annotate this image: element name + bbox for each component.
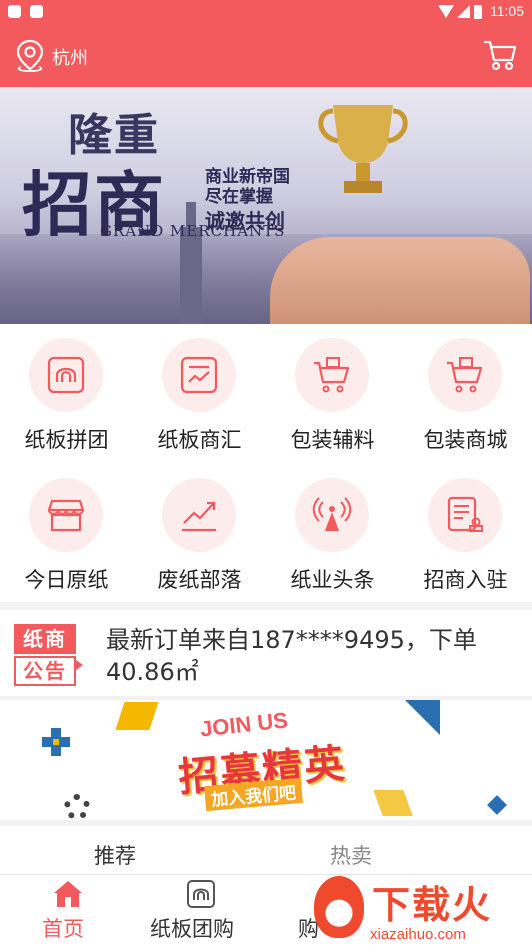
document-stamp-icon (447, 496, 483, 532)
decoration-shape (373, 790, 413, 816)
menu-item-cardboard-hub[interactable]: 纸板商汇 (133, 324, 266, 464)
menu-label: 招商入驻 (423, 568, 508, 592)
decoration-shape (405, 700, 440, 735)
notice-logo: 纸商 公告 (14, 624, 83, 686)
notification-icon (30, 5, 43, 18)
banner-subtitle: GRAND MERCHANTS (100, 222, 286, 240)
cardboard-icon (186, 879, 216, 913)
banner-slogan-line2: 尽在掌握 (205, 187, 273, 207)
signal-icon (457, 5, 470, 18)
menu-label: 包装商城 (423, 428, 508, 452)
location-pin-icon[interactable] (15, 39, 45, 77)
banner-handshake-image (270, 237, 530, 324)
tab-hot-sale[interactable]: 热卖 (330, 840, 372, 870)
decoration-shape (487, 795, 507, 815)
city-selector[interactable]: 杭州 (52, 44, 88, 70)
decoration-shape (64, 794, 90, 820)
nav-home[interactable]: 首页 (30, 875, 110, 946)
banner-tower (180, 227, 202, 324)
product-tabs: 推荐 热卖 (0, 826, 532, 874)
feature-menu: 纸板拼团 纸板商汇 包装辅料 包装商城 今日原纸 废纸部落 纸业头条 招商入驻 (0, 324, 532, 602)
menu-label: 纸板拼团 (24, 428, 109, 452)
battery-icon (474, 5, 482, 19)
nav-cardboard-group-buy[interactable]: 纸板团购 (150, 875, 260, 946)
wifi-icon (438, 5, 454, 18)
menu-item-packaging-mall[interactable]: 包装商城 (399, 324, 532, 464)
nav-label: 纸板团购 (150, 917, 234, 941)
flame-logo-icon (314, 876, 364, 938)
menu-label: 纸板商汇 (157, 428, 242, 452)
notice-arrow-icon (76, 660, 83, 670)
shopping-cart-icon[interactable] (482, 38, 518, 76)
broadcast-icon (312, 497, 352, 531)
notice-message: 最新订单来自187****9495，下单40.86㎡ (106, 626, 477, 686)
decoration-shape (115, 702, 159, 730)
watermark-logo: 下载火 xiazaihuo.com (310, 872, 532, 946)
app-header: 杭州 (0, 24, 532, 87)
cart-icon (447, 357, 483, 393)
notice-bar[interactable]: 纸商 公告 最新订单来自187****9495，下单40.86㎡ (0, 610, 532, 696)
menu-label: 今日原纸 (24, 568, 109, 592)
plus-decoration-icon (40, 726, 72, 762)
cart-icon (314, 357, 350, 393)
tab-recommended[interactable]: 推荐 (94, 840, 136, 870)
notice-logo-line2: 公告 (14, 656, 76, 686)
cardboard-chart-icon (180, 356, 218, 394)
menu-item-cardboard-group[interactable]: 纸板拼团 (0, 324, 133, 464)
status-time: 11:05 (490, 3, 524, 19)
watermark-url: xiazaihuo.com (370, 926, 466, 943)
menu-label: 包装辅料 (290, 428, 375, 452)
home-icon (52, 879, 84, 913)
promo-banner[interactable]: 隆重 招商 商业新帝国 尽在掌握 诚邀共创 GRAND MERCHANTS (0, 87, 532, 324)
watermark-text: 下载火 (372, 883, 493, 927)
menu-item-packaging-supplies[interactable]: 包装辅料 (266, 324, 399, 464)
menu-item-merchant-join[interactable]: 招商入驻 (399, 464, 532, 604)
trophy-icon (308, 97, 418, 211)
cardboard-group-icon (47, 356, 85, 394)
menu-item-waste-paper[interactable]: 废纸部落 (133, 464, 266, 604)
nav-label: 首页 (42, 917, 84, 941)
trend-chart-icon (182, 501, 216, 532)
menu-label: 纸业头条 (290, 568, 375, 592)
menu-item-paper-headlines[interactable]: 纸业头条 (266, 464, 399, 604)
recruit-banner[interactable]: JOIN US 招募精英 加入我们吧 (0, 700, 532, 820)
notification-icon (8, 5, 21, 18)
status-bar: 11:05 (0, 0, 532, 24)
store-icon (47, 499, 85, 532)
menu-item-today-paper[interactable]: 今日原纸 (0, 464, 133, 604)
notice-logo-line1: 纸商 (14, 624, 76, 654)
menu-label: 废纸部落 (157, 568, 242, 592)
